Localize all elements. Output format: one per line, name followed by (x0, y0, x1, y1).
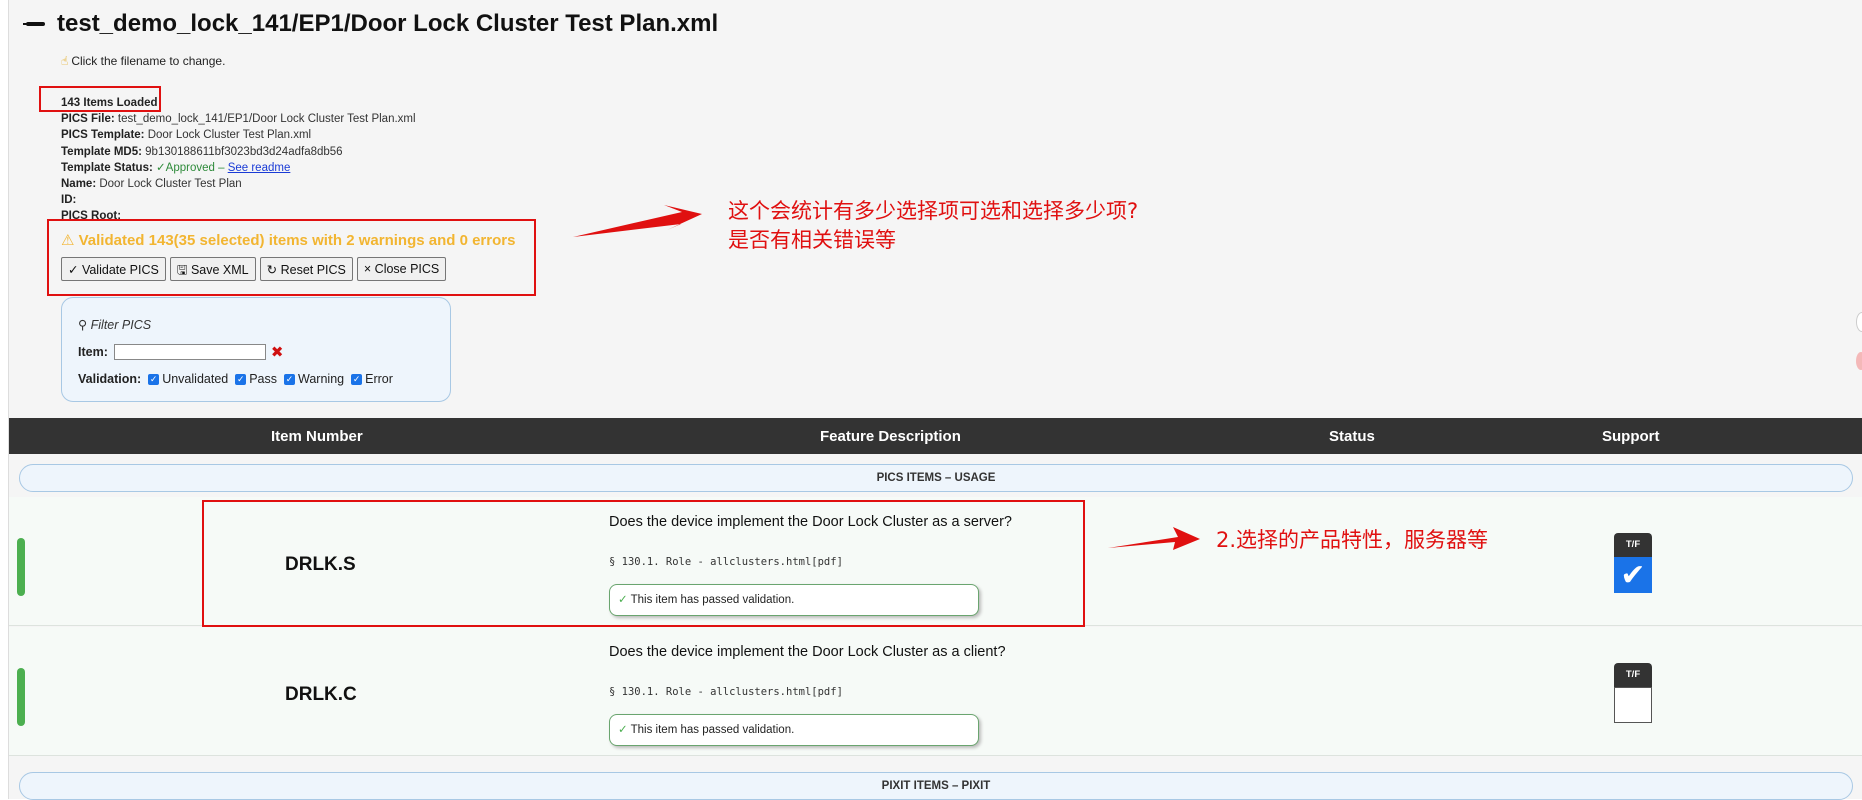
validation-status-text: This item has passed validation. (630, 724, 795, 736)
search-icon: ⚲ (78, 318, 88, 332)
filter-title-text: Filter PICS (90, 318, 152, 332)
support-checkbox-checked[interactable]: ✔ (1614, 557, 1652, 593)
pics-file-value: test_demo_lock_141/EP1/Door Lock Cluster… (117, 113, 416, 126)
checkbox-unvalidated[interactable]: ✓ Unvalidated (148, 372, 228, 386)
highlight-items-loaded (39, 86, 161, 112)
check-icon: ✓ (618, 724, 628, 736)
checkbox-label: Pass (249, 372, 278, 386)
annotation-note-1: 这个会统计有多少选择项可选和选择多少项? 是否有相关错误等 (728, 197, 1138, 255)
filter-title: ⚲ Filter PICS (78, 317, 151, 332)
filter-item-row: Item: ✖ (78, 343, 283, 361)
see-readme-link[interactable]: See readme (228, 162, 291, 174)
column-header-support[interactable]: Support (1602, 428, 1660, 445)
feature-description: Does the device implement the Door Lock … (609, 644, 1006, 660)
column-header-feature-description[interactable]: Feature Description (820, 428, 961, 445)
pics-file-label: PICS File: (61, 113, 115, 126)
collapse-icon[interactable] (23, 21, 45, 27)
item-label: Item: (78, 345, 108, 359)
pics-tool-page: test_demo_lock_141/EP1/Door Lock Cluster… (8, 0, 1862, 800)
item-number: DRLK.C (285, 684, 357, 705)
checkbox-label: Error (365, 372, 393, 386)
checkbox-checked-icon[interactable]: ✓ (235, 373, 247, 385)
checkbox-checked-icon[interactable]: ✓ (351, 373, 363, 385)
column-header-item-number[interactable]: Item Number (271, 428, 363, 445)
template-md5-label: Template MD5: (61, 145, 142, 158)
table-header: Item Number Feature Description Status S… (9, 418, 1862, 454)
table-row: DRLK.C Does the device implement the Doo… (9, 627, 1862, 756)
filename-hint: ☝ Click the filename to change. (61, 54, 225, 68)
column-header-status[interactable]: Status (1329, 428, 1375, 445)
item-filter-input[interactable] (113, 344, 266, 360)
name-label: Name: (61, 178, 97, 191)
support-checkbox-unchecked[interactable] (1614, 687, 1652, 723)
validation-label: Validation: (78, 372, 142, 386)
checkbox-checked-icon[interactable]: ✓ (284, 373, 296, 385)
annotation-note-2: 2.选择的产品特性，服务器等 (1216, 528, 1489, 552)
template-md5-value: 9b130188611bf3023bd3d24adfa8db56 (145, 145, 343, 158)
checkbox-pass[interactable]: ✓ Pass (235, 372, 277, 386)
checkbox-warning[interactable]: ✓ Warning (284, 372, 344, 386)
template-status-value: ✓Approved – (156, 161, 225, 174)
row-status-indicator (17, 538, 25, 596)
pointer-hand-icon: ☝ (61, 54, 69, 68)
validation-status: ✓ This item has passed validation. (609, 714, 979, 746)
highlight-validation (47, 219, 536, 296)
filter-panel: ⚲ Filter PICS Item: ✖ Validation: ✓ Unval… (61, 297, 451, 402)
support-toggle[interactable]: T/F ✔ (1614, 533, 1652, 593)
checkbox-label: Unvalidated (162, 372, 229, 386)
highlight-drlk-s-row (202, 500, 1085, 627)
side-indicator-icon (1856, 352, 1862, 370)
pics-metadata: 143 Items Loaded PICS File: test_demo_lo… (61, 95, 416, 225)
clear-filter-icon[interactable]: ✖ (271, 343, 284, 361)
checkmark-icon: ✔ (1620, 559, 1646, 592)
name-value: Door Lock Cluster Test Plan (99, 178, 242, 191)
checkbox-error[interactable]: ✓ Error (351, 372, 393, 386)
hint-text: Click the filename to change. (71, 54, 226, 68)
section-pixit[interactable]: PIXIT ITEMS – PIXIT (19, 772, 1853, 800)
tf-label: T/F (1614, 663, 1652, 687)
template-status-label: Template Status: (61, 161, 153, 174)
pics-template-label: PICS Template: (61, 129, 145, 142)
spec-reference[interactable]: § 130.1. Role - allclusters.html[pdf] (609, 686, 843, 698)
scroll-handle-icon[interactable] (1856, 312, 1862, 332)
checkbox-checked-icon[interactable]: ✓ (148, 373, 160, 385)
annotation-note-1-line-2: 是否有相关错误等 (728, 228, 896, 252)
title-row: test_demo_lock_141/EP1/Door Lock Cluster… (23, 10, 718, 38)
row-status-indicator (17, 668, 25, 726)
id-label: ID: (61, 194, 77, 207)
checkbox-label: Warning (298, 372, 345, 386)
validation-filter-row: Validation: ✓ Unvalidated ✓ Pass ✓ Warning … (78, 372, 393, 386)
support-toggle[interactable]: T/F (1614, 663, 1652, 723)
annotation-note-1-line-1: 这个会统计有多少选择项可选和选择多少项? (728, 199, 1139, 223)
page-title[interactable]: test_demo_lock_141/EP1/Door Lock Cluster… (57, 10, 718, 38)
tf-label: T/F (1614, 533, 1652, 557)
section-pics-usage[interactable]: PICS ITEMS – USAGE (19, 464, 1853, 492)
pics-template-value: Door Lock Cluster Test Plan.xml (147, 129, 312, 142)
